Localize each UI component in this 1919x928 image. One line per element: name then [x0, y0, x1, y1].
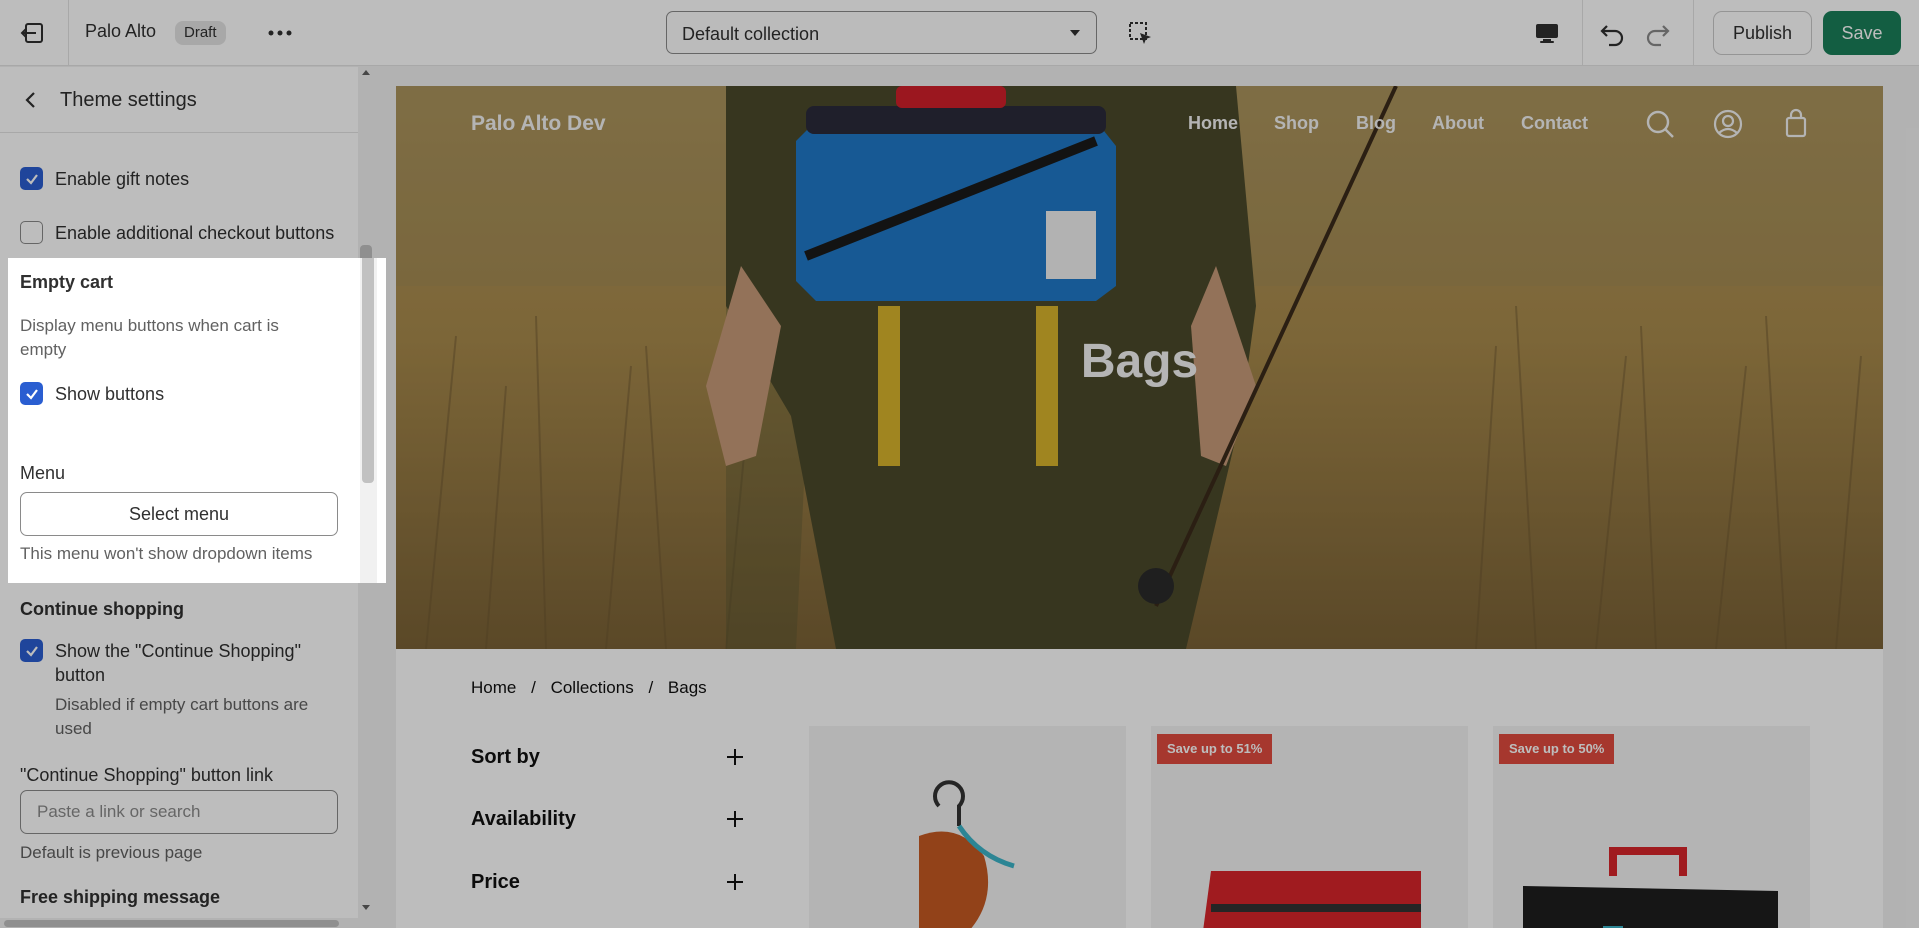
empty-cart-section: Empty cart Display menu buttons when car… [8, 258, 386, 583]
back-arrow-icon[interactable] [20, 89, 42, 111]
product-card[interactable] [809, 726, 1126, 928]
breadcrumb-current: Bags [667, 678, 707, 697]
breadcrumb: Home / Collections / Bags [471, 678, 717, 698]
breadcrumb-separator: / [531, 678, 536, 697]
gift-notes-checkbox-row[interactable]: Enable gift notes [20, 167, 189, 191]
theme-name: Palo Alto [85, 21, 157, 41]
empty-cart-help: Display menu buttons when cart is empty [20, 316, 279, 359]
breadcrumb-collections[interactable]: Collections [551, 678, 634, 697]
scroll-up-arrow[interactable] [362, 70, 370, 75]
desktop-icon [1536, 24, 1558, 43]
topbar-divider [1582, 0, 1583, 66]
gift-notes-checkbox[interactable] [20, 167, 43, 190]
cart-icon[interactable] [1780, 108, 1812, 140]
sidebar-horizontal-scroll-thumb[interactable] [4, 920, 339, 927]
show-continue-checkbox[interactable] [20, 639, 43, 662]
undo-icon [1600, 25, 1624, 47]
publish-button[interactable]: Publish [1713, 11, 1812, 55]
continue-shopping-heading: Continue shopping [20, 599, 184, 619]
desktop-view-button[interactable] [1532, 18, 1562, 48]
product-card[interactable]: Save up to 51% [1151, 726, 1468, 928]
save-button[interactable]: Save [1823, 11, 1901, 55]
plus-icon[interactable] [726, 748, 744, 766]
menu-help: This menu won't show dropdown items [20, 544, 313, 563]
topbar-divider [1693, 0, 1694, 66]
filter-price[interactable]: Price [471, 871, 743, 901]
free-shipping-heading: Free shipping message [20, 887, 221, 907]
status-badge: Draft [175, 21, 226, 45]
filter-label: Sort by [471, 746, 540, 768]
show-buttons-checkbox-row[interactable]: Show buttons [20, 382, 164, 406]
account-icon[interactable] [1712, 108, 1744, 140]
filter-label: Price [471, 871, 520, 893]
collection-select[interactable]: Default collection [666, 11, 1097, 54]
additional-checkout-checkbox-row[interactable]: Enable additional checkout buttons [20, 221, 334, 245]
show-continue-checkbox-row[interactable]: Show the "Continue Shopping" button [20, 639, 320, 687]
checkmark-icon [25, 388, 38, 400]
filter-label: Availability [471, 808, 576, 830]
nav-item-shop[interactable]: Shop [1274, 113, 1319, 134]
more-horizontal-icon [268, 30, 292, 36]
breadcrumb-separator: / [648, 678, 654, 697]
show-buttons-checkbox[interactable] [20, 382, 43, 405]
show-continue-label: Show the "Continue Shopping" button [55, 641, 301, 685]
exit-icon [20, 23, 43, 43]
topbar-divider [68, 0, 69, 66]
sidebar-title: Theme settings [60, 89, 197, 111]
sidebar-header: Theme settings [0, 67, 358, 133]
nav-item-contact[interactable]: Contact [1521, 113, 1588, 134]
collection-select-value: Default collection [682, 24, 820, 44]
continue-help: Disabled if empty cart buttons are used [55, 695, 309, 738]
editor-topbar: Palo Alto Draft Default collection Publi… [0, 0, 1919, 66]
inspect-button[interactable] [1125, 18, 1155, 48]
redo-button[interactable] [1643, 18, 1673, 48]
sale-badge: Save up to 50% [1499, 734, 1615, 764]
show-buttons-label: Show buttons [55, 384, 165, 404]
more-actions-button[interactable] [265, 22, 295, 44]
sidebar-scroll-thumb-segment[interactable] [362, 258, 374, 483]
checkmark-icon [25, 645, 38, 657]
search-icon[interactable] [1644, 108, 1676, 140]
menu-label: Menu [20, 463, 66, 483]
select-menu-button[interactable]: Select menu [20, 492, 338, 536]
continue-link-label: "Continue Shopping" button link [20, 765, 273, 785]
nav-item-home[interactable]: Home [1188, 113, 1238, 134]
checkmark-icon [25, 173, 38, 185]
chevron-down-icon [1070, 30, 1080, 36]
nav-item-blog[interactable]: Blog [1356, 113, 1396, 134]
store-name[interactable]: Palo Alto Dev [471, 112, 606, 136]
plus-icon[interactable] [726, 810, 744, 828]
hero-title: Bags [1080, 335, 1199, 388]
undo-button[interactable] [1597, 18, 1627, 48]
continue-link-help: Default is previous page [20, 843, 203, 862]
redo-icon [1646, 25, 1670, 47]
scroll-down-arrow[interactable] [362, 905, 370, 910]
additional-checkout-checkbox[interactable] [20, 221, 43, 244]
sidebar-horizontal-scrollbar[interactable] [0, 918, 358, 928]
hero-banner: Palo Alto Dev Home Shop Blog About Conta… [396, 86, 1883, 649]
gift-notes-label: Enable gift notes [55, 169, 190, 189]
continue-link-input[interactable] [20, 790, 338, 834]
additional-checkout-label: Enable additional checkout buttons [55, 223, 335, 243]
filter-sort-by[interactable]: Sort by [471, 746, 743, 776]
empty-cart-heading: Empty cart [20, 272, 114, 292]
exit-button[interactable] [18, 19, 50, 47]
inspect-icon [1129, 22, 1151, 44]
nav-item-about[interactable]: About [1432, 113, 1484, 134]
storefront-preview: Palo Alto Dev Home Shop Blog About Conta… [396, 86, 1883, 928]
product-image [919, 780, 1015, 928]
filter-availability[interactable]: Availability [471, 808, 743, 838]
sale-badge: Save up to 51% [1157, 734, 1273, 764]
breadcrumb-home[interactable]: Home [471, 678, 516, 697]
plus-icon[interactable] [726, 873, 744, 891]
product-card[interactable]: Save up to 50% [1493, 726, 1810, 928]
